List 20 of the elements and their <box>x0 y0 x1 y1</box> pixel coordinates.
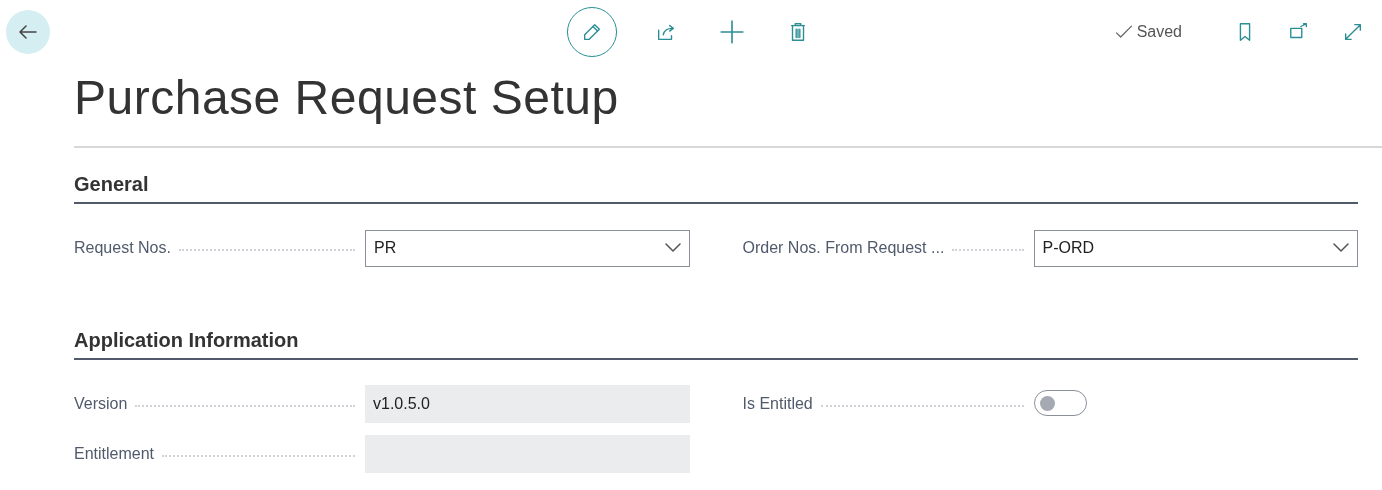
plus-icon <box>719 19 745 45</box>
pencil-icon <box>581 21 603 43</box>
toggle-switch[interactable] <box>1033 389 1087 416</box>
chevron-down-icon <box>664 243 681 253</box>
expand-icon <box>1342 21 1364 43</box>
section-title: Application Information <box>74 329 1358 360</box>
field-label: Entitlement <box>74 445 155 463</box>
chevron-down-icon <box>1333 243 1349 253</box>
saved-status: Saved <box>1113 22 1182 42</box>
field-label: Order Nos. From Request ... <box>742 239 945 257</box>
dropdown-field[interactable]: PR <box>365 229 690 267</box>
field-label: Is Entitled <box>742 395 813 413</box>
page-title: Purchase Request Setup <box>74 70 620 126</box>
readonly-field: v1.0.5.0 <box>365 385 690 423</box>
dropdown-field[interactable]: P-ORD <box>1033 229 1358 267</box>
field-label: Version <box>74 395 128 413</box>
section-title: General <box>74 173 1358 204</box>
edit-button[interactable] <box>567 7 617 57</box>
back-button[interactable] <box>6 10 50 54</box>
field-label: Request Nos. <box>74 239 171 257</box>
